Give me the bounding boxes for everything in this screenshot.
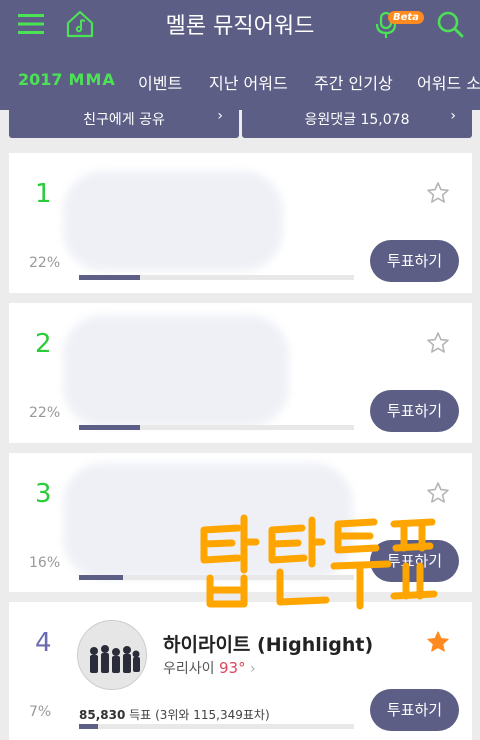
handwritten-annotation (200, 514, 438, 610)
vote-percent: 22% (29, 255, 61, 271)
logo-text: MMA (68, 70, 116, 89)
tab-past-awards[interactable]: 지난 어워드 (209, 70, 288, 94)
song-line[interactable]: 우리사이 93° › (163, 658, 256, 678)
rank-number: 1 (35, 179, 52, 209)
nominee-card: 1 22% 투표하기 (9, 153, 472, 293)
vote-button[interactable]: 투표하기 (370, 689, 459, 731)
share-button[interactable]: 친구에게 공유 › (9, 100, 239, 138)
votes-number: 85,830 (79, 708, 126, 722)
star-icon[interactable] (426, 181, 450, 205)
mma-logo[interactable]: 2017 MMA (18, 70, 116, 89)
progress-bar (79, 275, 354, 280)
rank-number: 2 (35, 329, 52, 359)
vote-percent: 7% (29, 704, 52, 720)
nominee-card: 4 하이라이트 (Highlight) 우리사이 93° › 7% 85,830… (9, 602, 472, 740)
rank-number: 3 (35, 479, 52, 509)
progress-fill (79, 275, 140, 280)
top-bar: 멜론 뮤직어워드 Beta (0, 0, 480, 50)
progress-bar (79, 724, 354, 729)
comments-button[interactable]: 응원댓글 15,078 › (242, 100, 472, 138)
comments-label: 응원댓글 15,078 (304, 112, 410, 128)
nominee-card: 2 22% 투표하기 (9, 303, 472, 443)
vote-percent: 16% (29, 555, 61, 571)
tab-event[interactable]: 이벤트 (138, 70, 182, 94)
group-photo (78, 621, 146, 689)
censored-area (63, 315, 289, 427)
star-icon[interactable] (426, 331, 450, 355)
progress-bar (79, 425, 354, 430)
song-title: 우리사이 (163, 661, 215, 677)
logo-year: 2017 (18, 70, 63, 89)
votes-unit: 득표 (129, 708, 152, 722)
censored-area (63, 171, 283, 271)
star-icon[interactable] (426, 481, 450, 505)
vote-percent: 22% (29, 405, 61, 421)
progress-fill (79, 425, 140, 430)
app-header: 멜론 뮤직어워드 Beta 2017 MMA 이벤트 지난 어워드 주간 인기상 … (0, 0, 480, 110)
chevron-right-icon: › (450, 108, 456, 124)
share-label: 친구에게 공유 (83, 112, 165, 128)
nav-tabs: 2017 MMA 이벤트 지난 어워드 주간 인기상 어워드 소 (0, 62, 480, 102)
beta-badge: Beta (388, 11, 424, 24)
votes-gap: (3위와 115,349표차) (155, 708, 270, 722)
vote-count: 85,830 득표 (3위와 115,349표차) (79, 706, 270, 723)
progress-fill (79, 575, 123, 580)
tab-weekly-popular[interactable]: 주간 인기상 (314, 70, 393, 94)
chevron-right-icon: › (250, 661, 256, 677)
progress-fill (79, 724, 99, 729)
vote-button[interactable]: 투표하기 (370, 390, 459, 432)
rank-number: 4 (35, 628, 52, 658)
artist-name[interactable]: 하이라이트 (Highlight) (163, 630, 373, 657)
search-icon[interactable] (434, 8, 466, 40)
vote-button[interactable]: 투표하기 (370, 240, 459, 282)
chevron-right-icon: › (217, 108, 223, 124)
temperature-value: 93° (218, 659, 246, 677)
star-icon-filled[interactable] (426, 630, 450, 654)
artist-avatar[interactable] (77, 620, 147, 690)
tab-award-more[interactable]: 어워드 소 (417, 70, 480, 94)
